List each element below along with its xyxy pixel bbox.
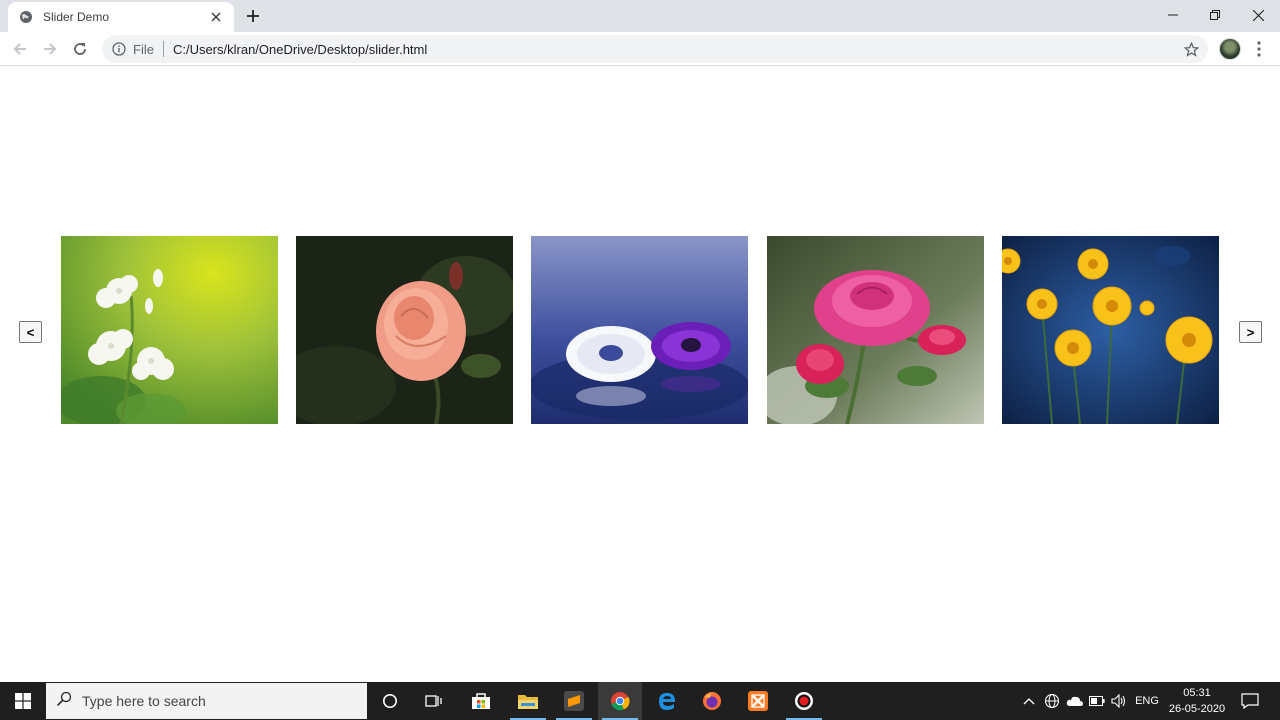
close-tab-icon[interactable]	[208, 9, 224, 25]
firefox-icon[interactable]	[690, 682, 734, 720]
search-icon	[56, 691, 72, 712]
browser-toolbar: File C:/Users/klran/OneDrive/Desktop/sli…	[0, 32, 1280, 66]
notification-icon[interactable]	[1238, 682, 1262, 720]
scheme-label: File	[133, 41, 154, 57]
recorder-icon[interactable]	[782, 682, 826, 720]
taskbar-search-box[interactable]: Type here to search	[46, 683, 367, 719]
next-button[interactable]: >	[1239, 321, 1262, 343]
info-icon[interactable]	[111, 41, 127, 57]
kebab-menu-icon[interactable]	[1252, 40, 1266, 58]
bookmark-star-icon[interactable]	[1182, 40, 1200, 58]
new-tab-button[interactable]	[242, 5, 264, 27]
reload-icon[interactable]	[67, 36, 93, 62]
file-explorer-icon[interactable]	[506, 682, 550, 720]
restore-icon[interactable]	[1193, 0, 1237, 30]
chevron-up-icon[interactable]	[1020, 682, 1038, 720]
forward-arrow-icon[interactable]	[37, 36, 63, 62]
clock-time: 05:31	[1183, 687, 1211, 699]
close-window-icon[interactable]	[1236, 0, 1280, 30]
xampp-icon[interactable]	[736, 682, 780, 720]
search-placeholder: Type here to search	[82, 693, 206, 709]
battery-icon[interactable]	[1087, 682, 1107, 720]
task-view-icon[interactable]	[412, 682, 456, 720]
slide-image	[1002, 236, 1219, 424]
profile-avatar[interactable]	[1219, 38, 1241, 60]
slide-image	[531, 236, 748, 424]
network-globe-icon[interactable]	[1042, 682, 1062, 720]
store-icon[interactable]	[459, 682, 503, 720]
url-text[interactable]: C:/Users/klran/OneDrive/Desktop/slider.h…	[173, 42, 427, 57]
tab-title: Slider Demo	[43, 10, 110, 24]
onedrive-cloud-icon[interactable]	[1065, 682, 1085, 720]
windows-start-icon[interactable]	[0, 682, 45, 720]
edge-icon[interactable]	[645, 682, 689, 720]
taskbar-clock[interactable]: 05:31 26-05-2020	[1162, 685, 1232, 717]
tab-slider-demo[interactable]: Slider Demo	[8, 2, 234, 32]
language-indicator[interactable]: ENG	[1133, 682, 1161, 720]
clock-date: 26-05-2020	[1168, 703, 1226, 715]
minimize-icon[interactable]	[1151, 0, 1195, 30]
sublime-text-icon[interactable]	[552, 682, 596, 720]
tab-strip: Slider Demo	[0, 0, 1280, 32]
prev-button[interactable]: <	[19, 321, 42, 343]
back-arrow-icon[interactable]	[7, 36, 33, 62]
slide-image	[296, 236, 513, 424]
taskbar: Type here to search ENG 05:31 26-05-2020	[0, 682, 1280, 720]
language-label: ENG	[1135, 695, 1159, 707]
chrome-icon[interactable]	[598, 682, 642, 720]
address-bar[interactable]: File C:/Users/klran/OneDrive/Desktop/sli…	[102, 35, 1208, 63]
slide-image	[61, 236, 278, 424]
slide-image	[767, 236, 984, 424]
globe-icon	[18, 9, 34, 25]
omnibox-divider	[162, 41, 164, 57]
volume-icon[interactable]	[1109, 682, 1129, 720]
cortana-icon[interactable]	[368, 682, 412, 720]
